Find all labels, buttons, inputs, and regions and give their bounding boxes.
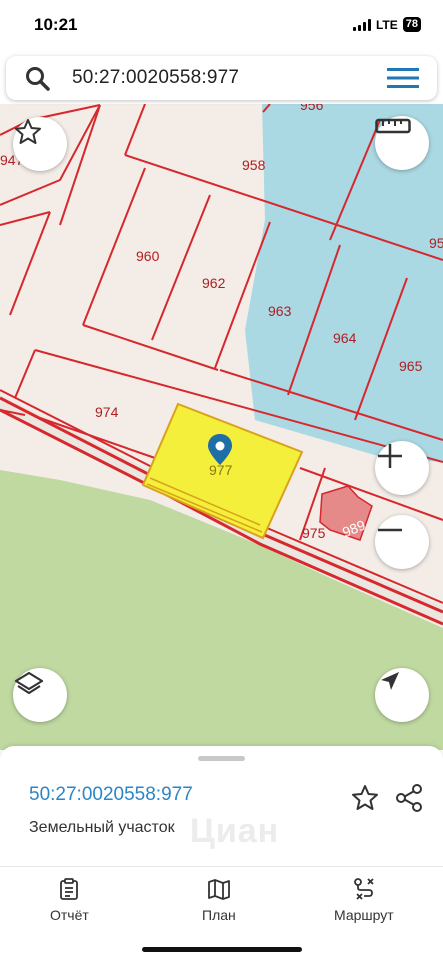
- search-input[interactable]: 50:27:0020558:977: [72, 67, 239, 89]
- map-icon: [207, 879, 230, 900]
- watermark: Циан: [190, 812, 280, 850]
- zoom-out-button[interactable]: [375, 515, 429, 569]
- parcel-number-link[interactable]: 50:27:0020558:977: [29, 784, 193, 806]
- network-label: LTE: [375, 17, 398, 32]
- signal-icon: [352, 18, 371, 31]
- parcel-label: 962: [202, 275, 226, 291]
- menu-icon[interactable]: [387, 67, 419, 89]
- parcel-label: 964: [333, 330, 357, 346]
- battery-icon: 78: [402, 17, 421, 32]
- tab-plan[interactable]: План: [202, 877, 236, 923]
- parcel-label: 963: [268, 303, 292, 319]
- parcel-type: Земельный участок: [29, 819, 175, 836]
- layers-icon: [14, 671, 44, 695]
- tab-report[interactable]: Отчёт: [50, 877, 89, 923]
- search-icon[interactable]: [24, 65, 52, 93]
- parcel-label: 956: [300, 104, 324, 113]
- locate-button[interactable]: [375, 668, 429, 722]
- tab-label: Отчёт: [50, 907, 89, 923]
- parcel-info-sheet[interactable]: Циан 50:27:0020558:977 Земельный участок: [0, 746, 443, 866]
- map-view[interactable]: 956 958 960 962 963 964 965 974 977 975 …: [0, 104, 443, 750]
- parcel-label: 960: [136, 248, 160, 264]
- status-bar: 10:21 LTE 78: [0, 0, 443, 52]
- parcel-label: 95: [429, 235, 443, 251]
- home-indicator[interactable]: [142, 947, 302, 952]
- status-indicators: LTE 78: [352, 17, 421, 32]
- parcel-label: 977: [209, 462, 233, 478]
- parcel-label: 958: [242, 157, 266, 173]
- favorite-map-button[interactable]: [13, 117, 67, 171]
- parcel-label: 975: [302, 525, 326, 541]
- sheet-handle[interactable]: [198, 756, 245, 761]
- navigation-arrow-icon: [381, 672, 399, 690]
- layers-button[interactable]: [13, 668, 67, 722]
- parcel-label: 965: [399, 358, 423, 374]
- plus-icon: [378, 444, 402, 468]
- tab-route[interactable]: Маршрут: [334, 877, 394, 923]
- report-icon: [60, 878, 79, 900]
- tab-label: Маршрут: [334, 907, 394, 923]
- ruler-button[interactable]: [375, 116, 429, 170]
- minus-icon: [378, 528, 402, 532]
- tab-label: План: [202, 907, 236, 923]
- status-time: 10:21: [34, 15, 78, 34]
- star-icon: [15, 119, 41, 144]
- route-icon: [353, 878, 374, 900]
- star-icon[interactable]: [350, 783, 380, 813]
- zoom-in-button[interactable]: [375, 441, 429, 495]
- ruler-icon: [375, 118, 411, 134]
- bottom-tab-bar: Отчёт План Маршрут: [0, 866, 443, 961]
- cadastral-map[interactable]: 956 958 960 962 963 964 965 974 977 975 …: [0, 104, 443, 750]
- parcel-label: 974: [95, 404, 119, 420]
- search-bar[interactable]: 50:27:0020558:977: [6, 56, 437, 100]
- share-icon[interactable]: [394, 783, 424, 813]
